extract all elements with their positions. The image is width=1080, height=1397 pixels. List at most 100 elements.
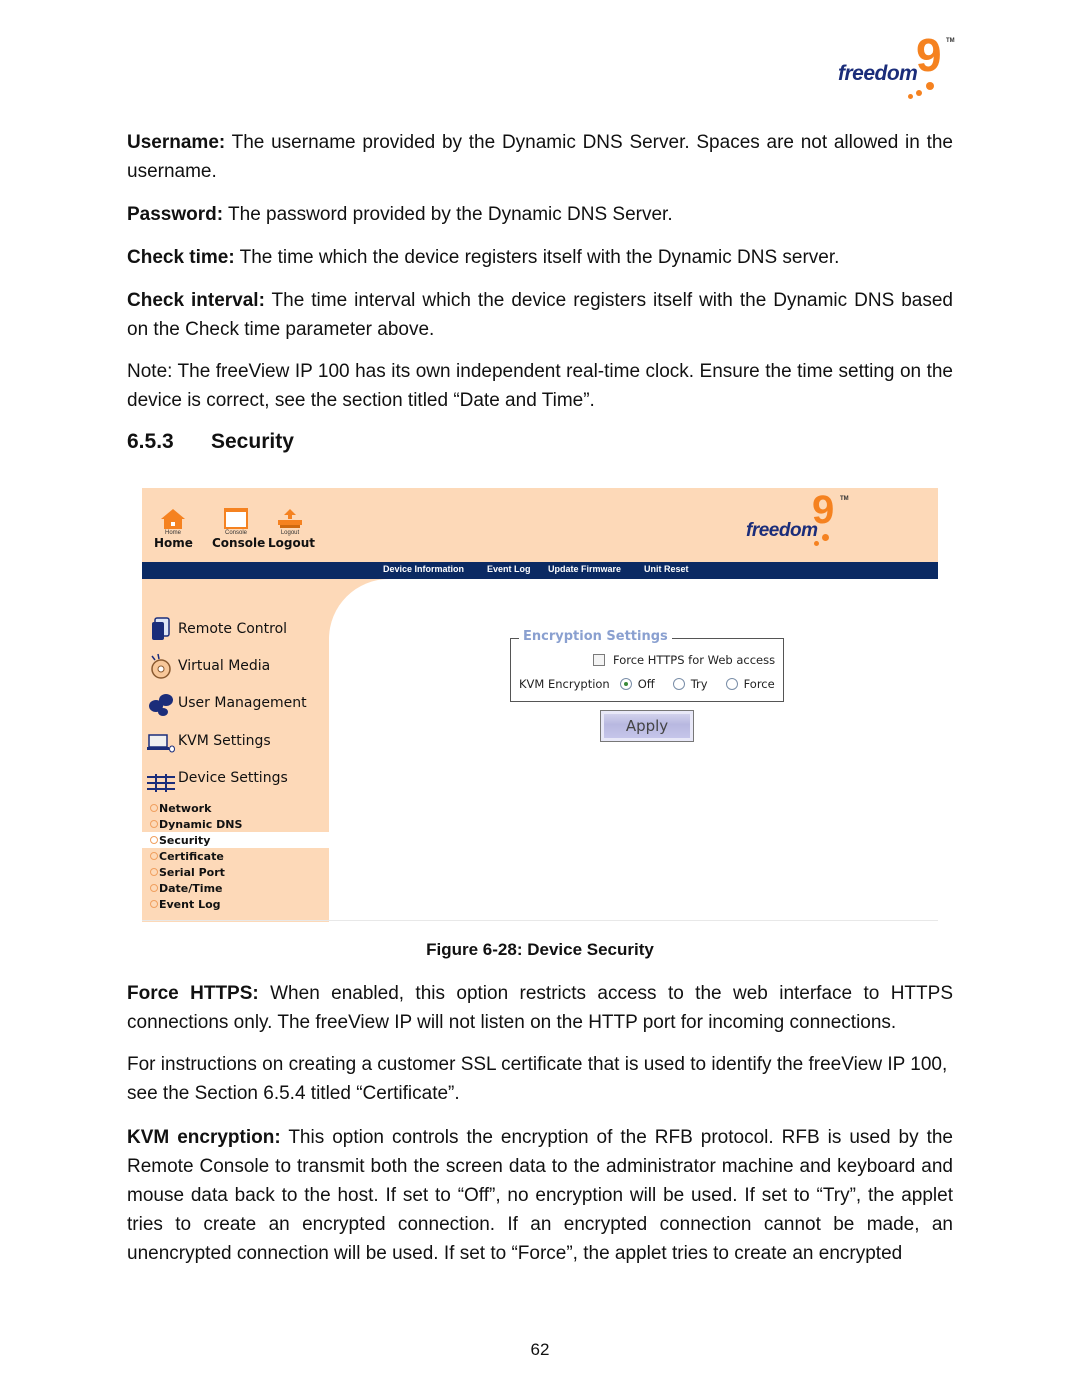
nav-update-firmware[interactable]: Update Firmware [548,564,621,574]
submenu-serial-port-label: Serial Port [159,865,225,879]
figure-caption: Figure 6-28: Device Security [426,940,654,959]
menu-remote-control[interactable]: Remote Control [146,614,287,644]
bullet-icon [150,836,158,844]
bullet-icon [150,900,158,908]
force-https-row: Force HTTPS for Web access [593,653,775,667]
note-paragraph: Note: The freeView IP 100 has its own in… [127,357,953,415]
logo-dot [916,90,922,96]
submenu-network[interactable]: Network [142,800,329,816]
submenu-date-time[interactable]: Date/Time [142,880,329,896]
submenu-network-label: Network [159,801,212,815]
page-number: 62 [530,1340,550,1359]
check-time-paragraph: Check time: The time which the device re… [127,243,953,272]
kvm-option-try[interactable]: Try [672,677,708,691]
submenu-event-log[interactable]: Event Log [142,896,329,912]
password-paragraph: Password: The password provided by the D… [127,200,953,229]
submenu-security[interactable]: Security [142,832,329,848]
kvm-encryption-term: KVM encryption: [127,1127,281,1148]
username-term: Username: [127,132,226,153]
home-icon [161,509,185,529]
toolbar-logout-label: Logout [268,536,316,550]
sidebar-curve-inner [329,579,449,699]
check-interval-paragraph: Check interval: The time interval which … [127,286,953,344]
password-text: The password provided by the Dynamic DNS… [223,204,673,225]
bullet-icon [150,868,158,876]
device-settings-icon [146,763,176,793]
logo-dot [926,82,934,90]
force-https-label: Force HTTPS for Web access [613,653,776,667]
submenu-serial-port[interactable]: Serial Port [142,864,329,880]
nav-event-log[interactable]: Event Log [487,564,531,574]
logo-dot [822,534,829,541]
top-nav-bar: Device Information Event Log Update Firm… [142,562,938,579]
figure-bottom-border [142,920,938,921]
bullet-icon [150,804,158,812]
logo-dot [908,94,913,99]
web-ui-logo-nine: 9 [812,488,835,532]
submenu-certificate-label: Certificate [159,849,224,863]
logo-dot [814,541,819,546]
web-ui-header: Home Home Console Console Logout Logout … [142,488,938,562]
apply-button[interactable]: Apply [600,710,694,742]
menu-remote-control-label: Remote Control [178,621,288,637]
radio-force[interactable] [725,678,738,690]
kvm-option-try-label: Try [690,677,708,691]
ssl-text: For instructions on creating a customer … [127,1054,948,1104]
password-term: Password: [127,204,224,225]
encryption-settings-fieldset: Encryption Settings Force HTTPS for Web … [510,629,784,702]
username-paragraph: Username: The username provided by the D… [127,128,953,186]
menu-user-management-label: User Management [178,695,307,711]
web-ui-logo: freedom 9 TM [744,488,854,554]
kvm-option-force[interactable]: Force [725,677,775,691]
logo-tm: TM [946,38,955,44]
kvm-option-force-label: Force [743,677,775,691]
nav-unit-reset[interactable]: Unit Reset [644,564,689,574]
radio-try[interactable] [672,678,685,690]
console-icon [224,508,248,529]
note-text: Note: The freeView IP 100 has its own in… [127,361,953,411]
toolbar-home-label: Home [154,536,193,550]
encryption-settings-legend: Encryption Settings [519,629,672,644]
check-interval-term: Check interval: [127,290,265,311]
kvm-option-off-label: Off [637,677,655,691]
menu-device-settings[interactable]: Device Settings [146,763,288,793]
section-heading: 6.5.3 Security [127,430,294,454]
freedom9-logo: freedom 9 TM [836,29,956,102]
submenu-dynamic-dns[interactable]: Dynamic DNS [142,816,329,832]
bullet-icon [150,820,158,828]
toolbar-home-button[interactable]: Home Home [154,508,193,550]
bullet-icon [150,884,158,892]
force-https-term: Force HTTPS: [127,983,259,1004]
menu-kvm-settings-label: KVM Settings [178,733,271,749]
virtual-media-icon [146,651,176,681]
radio-off[interactable] [619,678,632,690]
logo-nine: 9 [916,29,942,81]
kvm-encryption-paragraph: KVM encryption: This option controls the… [127,1123,953,1268]
submenu-certificate[interactable]: Certificate [142,848,329,864]
ssl-paragraph: For instructions on creating a customer … [127,1050,959,1108]
toolbar-console-button[interactable]: Console Console [212,508,266,550]
kvm-option-off[interactable]: Off [619,677,655,691]
menu-virtual-media[interactable]: Virtual Media [146,651,270,681]
submenu-date-time-label: Date/Time [159,881,223,895]
kvm-encryption-label: KVM Encryption [519,677,610,691]
toolbar-console-label: Console [212,536,266,550]
kvm-settings-icon [146,726,176,756]
menu-kvm-settings[interactable]: KVM Settings [146,726,271,756]
force-https-paragraph: Force HTTPS: When enabled, this option r… [127,979,953,1037]
menu-user-management[interactable]: User Management [146,688,307,718]
submenu-security-label: Security [159,833,211,847]
logout-icon [278,509,302,528]
force-https-checkbox[interactable] [593,654,605,666]
nav-device-information[interactable]: Device Information [383,564,464,574]
check-time-term: Check time: [127,247,235,268]
toolbar-logout-button[interactable]: Logout Logout [268,508,316,550]
menu-virtual-media-label: Virtual Media [178,658,271,674]
device-security-screenshot: Home Home Console Console Logout Logout … [142,488,938,922]
sidebar-curve [329,579,449,699]
web-ui-logo-tm: TM [840,496,849,502]
submenu-event-log-label: Event Log [159,897,221,911]
kvm-encryption-row: KVM Encryption Off Try Force [519,677,775,691]
web-ui-logo-text: freedom [746,520,818,541]
section-title: Security [211,430,294,453]
